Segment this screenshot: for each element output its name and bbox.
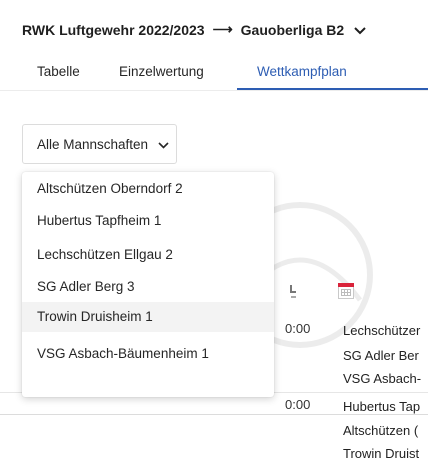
menu-item[interactable]: SG Adler Berg 3 <box>22 272 274 302</box>
match-time: 0:00 <box>285 397 311 412</box>
match-team[interactable]: Hubertus Tap <box>343 399 420 414</box>
match-team[interactable]: Trowin Druist <box>343 446 419 461</box>
team-filter-dropdown[interactable]: Alle Mannschaften <box>22 124 177 164</box>
menu-item[interactable]: Trowin Druisheim 1 <box>22 302 274 332</box>
match-team[interactable]: Lechschützer <box>343 323 420 338</box>
calendar-icon[interactable] <box>338 283 354 299</box>
menu-item[interactable]: Altschützen Oberndorf 2 <box>22 174 274 204</box>
team-filter-label: Alle Mannschaften <box>37 136 149 152</box>
section-divider <box>0 414 428 415</box>
menu-item[interactable]: VSG Asbach-Bäumenheim 1 <box>22 339 274 369</box>
match-team[interactable]: SG Adler Ber <box>343 348 419 363</box>
match-time: 0:00 <box>285 321 311 336</box>
menu-item[interactable]: Lechschützen Ellgau 2 <box>22 240 274 270</box>
match-team[interactable]: Altschützen ( <box>343 423 418 438</box>
target-icon <box>290 285 298 299</box>
match-team[interactable]: VSG Asbach- <box>343 371 421 386</box>
team-filter-menu: Altschützen Oberndorf 2 Hubertus Tapfhei… <box>22 172 274 397</box>
chevron-down-icon <box>158 137 169 152</box>
menu-item[interactable]: Hubertus Tapfheim 1 <box>22 206 274 236</box>
